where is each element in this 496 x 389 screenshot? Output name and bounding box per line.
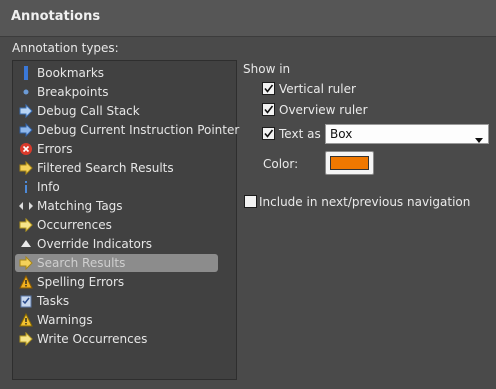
list-item-override-indicators[interactable]: Override Indicators xyxy=(15,235,218,253)
list-item-label: Bookmarks xyxy=(37,66,105,80)
list-item-label: Errors xyxy=(37,142,73,156)
list-item-label: Matching Tags xyxy=(37,199,123,213)
panel-title: Annotations xyxy=(11,9,101,24)
filtered-search-icon xyxy=(19,161,33,175)
annotation-types-list[interactable]: Bookmarks Breakpoints Debug Call Stack D… xyxy=(12,60,239,380)
list-item-label: Filtered Search Results xyxy=(37,161,174,175)
show-in-label: Show in xyxy=(243,62,291,76)
include-navigation-label: Include in next/previous navigation xyxy=(259,195,471,209)
info-icon xyxy=(19,180,33,194)
debug-call-stack-icon xyxy=(19,104,33,118)
list-item-info[interactable]: Info xyxy=(15,178,218,196)
vertical-ruler-label: Vertical ruler xyxy=(279,82,356,96)
list-item-bookmarks[interactable]: Bookmarks xyxy=(15,64,218,82)
color-swatch xyxy=(330,156,369,170)
list-item-label: Debug Call Stack xyxy=(37,104,140,118)
list-item-breakpoints[interactable]: Breakpoints xyxy=(15,83,218,101)
text-style-select[interactable]: Box xyxy=(325,124,489,144)
list-item-search-results[interactable]: Search Results xyxy=(15,254,218,272)
list-item-label: Occurrences xyxy=(37,218,112,232)
include-navigation-checkbox[interactable] xyxy=(244,195,257,208)
list-item-matching-tags[interactable]: Matching Tags xyxy=(15,197,218,215)
write-occurrences-icon xyxy=(19,332,33,346)
text-as-checkbox[interactable] xyxy=(262,127,275,140)
list-item-label: Search Results xyxy=(37,256,126,270)
text-style-value: Box xyxy=(330,127,353,141)
bookmark-icon xyxy=(19,66,33,80)
list-item-warnings[interactable]: Warnings xyxy=(15,311,218,329)
annotation-types-label: Annotation types: xyxy=(12,41,119,55)
vertical-ruler-checkbox[interactable] xyxy=(262,82,275,95)
list-item-label: Write Occurrences xyxy=(37,332,148,346)
list-item-occurrences[interactable]: Occurrences xyxy=(15,216,218,234)
color-label: Color: xyxy=(263,157,299,171)
occurrences-icon xyxy=(19,218,33,232)
list-item-tasks[interactable]: Tasks xyxy=(15,292,218,310)
list-item-errors[interactable]: Errors xyxy=(15,140,218,158)
search-results-icon xyxy=(19,256,33,270)
matching-tags-icon xyxy=(19,199,33,213)
tasks-icon xyxy=(19,294,33,308)
list-item-label: Info xyxy=(37,180,60,194)
list-item-label: Override Indicators xyxy=(37,237,153,251)
list-item-write-occurrences[interactable]: Write Occurrences xyxy=(15,330,218,348)
overview-ruler-label: Overview ruler xyxy=(279,103,368,117)
list-item-label: Spelling Errors xyxy=(37,275,125,289)
list-item-debug-call-stack[interactable]: Debug Call Stack xyxy=(15,102,218,120)
spelling-error-icon xyxy=(19,275,33,289)
override-indicator-icon xyxy=(19,237,33,251)
list-item-label: Tasks xyxy=(37,294,70,308)
breakpoint-icon xyxy=(19,85,33,99)
chevron-down-icon xyxy=(475,132,483,146)
list-item-label: Breakpoints xyxy=(37,85,109,99)
instruction-pointer-icon xyxy=(19,123,33,137)
color-picker-button[interactable] xyxy=(325,151,374,175)
text-as-label: Text as xyxy=(279,127,321,141)
list-item-label: Debug Current Instruction Pointer xyxy=(37,123,240,137)
overview-ruler-checkbox[interactable] xyxy=(262,103,275,116)
list-item-label: Warnings xyxy=(37,313,93,327)
error-icon xyxy=(19,142,33,156)
list-item-spelling-errors[interactable]: Spelling Errors xyxy=(15,273,218,291)
warning-icon xyxy=(19,313,33,327)
list-item-filtered-search-results[interactable]: Filtered Search Results xyxy=(15,159,218,177)
panel-header: Annotations xyxy=(0,0,496,37)
list-item-debug-current-instruction-pointer[interactable]: Debug Current Instruction Pointer xyxy=(15,121,239,139)
